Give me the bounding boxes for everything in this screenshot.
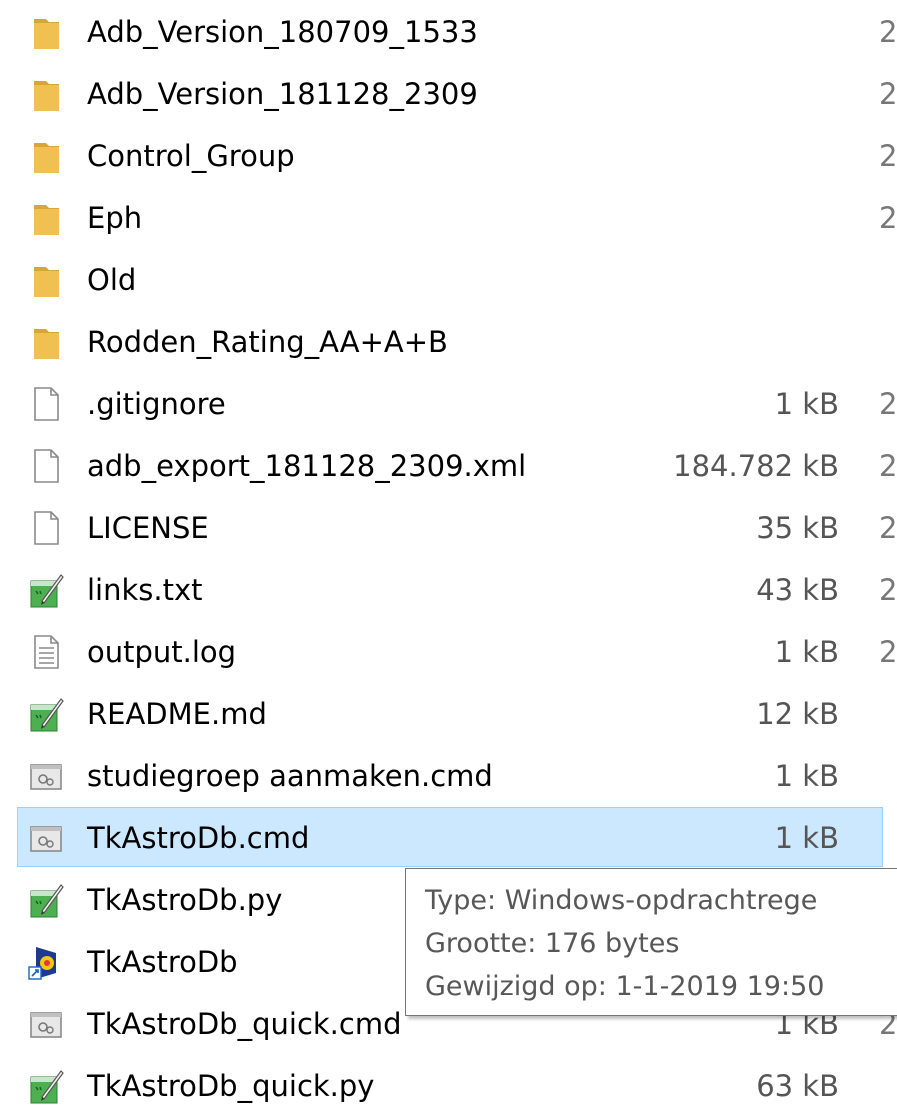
date-column-clipped: 2 <box>879 15 897 49</box>
file-name: Eph <box>87 201 143 235</box>
folder-icon <box>28 199 64 237</box>
blank-file-icon <box>28 447 64 485</box>
file-row[interactable]: Old <box>0 249 897 311</box>
shortcut-app-icon <box>28 943 64 981</box>
file-row[interactable]: adb_export_181128_2309.xml 184.782 kB 2 <box>0 435 897 497</box>
file-name: Adb_Version_180709_1533 <box>87 15 478 49</box>
file-row[interactable]: README.md 12 kB <box>0 683 897 745</box>
date-column-clipped: 2 <box>879 201 897 235</box>
file-row[interactable]: Eph 2 <box>0 187 897 249</box>
file-name: TkAstroDb.py <box>87 883 283 917</box>
file-row[interactable]: Adb_Version_181128_2309 2 <box>0 63 897 125</box>
file-name: TkAstroDb_quick.py <box>87 1069 375 1103</box>
file-name: TkAstroDb_quick.cmd <box>87 1007 402 1041</box>
blank-file-icon <box>28 385 64 423</box>
file-size: 1 kB <box>774 635 839 669</box>
file-name: Rodden_Rating_AA+A+B <box>87 325 448 359</box>
date-column-clipped: 2 <box>879 635 897 669</box>
file-row[interactable]: LICENSE 35 kB 2 <box>0 497 897 559</box>
folder-icon <box>28 323 64 361</box>
folder-icon <box>28 13 64 51</box>
folder-icon <box>28 75 64 113</box>
date-column-clipped: 2 <box>879 139 897 173</box>
file-row[interactable]: Adb_Version_180709_1533 2 <box>0 1 897 63</box>
file-row[interactable]: TkAstroDb_quick.py 63 kB <box>0 1055 897 1117</box>
file-row[interactable]: Rodden_Rating_AA+A+B <box>0 311 897 373</box>
file-row[interactable]: .gitignore 1 kB 2 <box>0 373 897 435</box>
file-row[interactable]: links.txt 43 kB 2 <box>0 559 897 621</box>
file-size: 1 kB <box>774 821 839 855</box>
file-size: 63 kB <box>756 1069 839 1103</box>
file-row[interactable]: output.log 1 kB 2 <box>0 621 897 683</box>
file-name: TkAstroDb.cmd <box>87 821 310 855</box>
file-size: 1 kB <box>774 387 839 421</box>
folder-icon <box>28 261 64 299</box>
file-name: Control_Group <box>87 139 295 173</box>
file-info-tooltip: Type: Windows-opdrachtrege Grootte: 176 … <box>405 868 897 1016</box>
file-size: 35 kB <box>756 511 839 545</box>
file-name: links.txt <box>87 573 203 607</box>
notepad-file-icon <box>28 1067 64 1105</box>
notepad-file-icon <box>28 881 64 919</box>
folder-icon <box>28 137 64 175</box>
date-column-clipped: 2 <box>879 77 897 111</box>
file-name: TkAstroDb <box>87 945 238 979</box>
notepad-file-icon <box>28 571 64 609</box>
blank-file-icon <box>28 509 64 547</box>
file-row[interactable]: Control_Group 2 <box>0 125 897 187</box>
file-row[interactable]: studiegroep aanmaken.cmd 1 kB <box>0 745 897 807</box>
file-name: adb_export_181128_2309.xml <box>87 449 527 483</box>
file-size: 43 kB <box>756 573 839 607</box>
file-name: README.md <box>87 697 267 731</box>
tooltip-size: Grootte: 176 bytes <box>425 928 680 959</box>
text-file-icon <box>28 633 64 671</box>
cmd-file-icon <box>28 1005 64 1043</box>
tooltip-type: Type: Windows-opdrachtrege <box>425 885 818 916</box>
date-column-clipped: 2 <box>879 387 897 421</box>
date-column-clipped: 2 <box>879 449 897 483</box>
file-size: 12 kB <box>756 697 839 731</box>
file-row[interactable]: TkAstroDb.cmd 1 kB <box>0 807 897 869</box>
file-name: .gitignore <box>87 387 226 421</box>
cmd-file-icon <box>28 757 64 795</box>
date-column-clipped: 2 <box>879 511 897 545</box>
tooltip-modified: Gewijzigd op: 1-1-2019 19:50 <box>425 971 825 1002</box>
notepad-file-icon <box>28 695 64 733</box>
file-name: output.log <box>87 635 237 669</box>
cmd-file-icon <box>28 819 64 857</box>
file-name: Adb_Version_181128_2309 <box>87 77 478 111</box>
date-column-clipped: 2 <box>879 573 897 607</box>
file-name: Old <box>87 263 137 297</box>
file-size: 184.782 kB <box>673 449 839 483</box>
file-name: LICENSE <box>87 511 209 545</box>
file-name: studiegroep aanmaken.cmd <box>87 759 493 793</box>
file-size: 1 kB <box>774 759 839 793</box>
